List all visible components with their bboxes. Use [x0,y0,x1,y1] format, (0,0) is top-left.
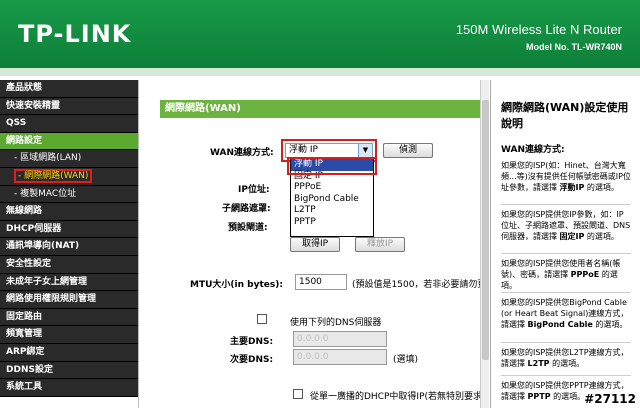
primary-dns-input[interactable]: 0.0.0.0 [293,331,387,347]
help-paragraph-pppoe: 如果您的ISP提供您使用者名稱(帳號)、密碼，請選擇 PPPoE 的選項。 [501,259,621,290]
ip-address-label: IP位址: [238,185,270,195]
sidebar-item-parental-control[interactable]: 未成年子女上網管理 [0,273,138,292]
sidebar-item-wan[interactable]: - 網際網路(WAN) [0,167,138,186]
primary-dns-label: 主要DNS: [230,337,274,347]
sidebar-item-bandwidth[interactable]: 頻寬管理 [0,326,138,344]
use-dns-checkbox[interactable] [257,314,267,324]
help-title: 網際網路(WAN)設定使用說明 [501,101,629,130]
header-divider [0,68,640,76]
sidebar-item-qss[interactable]: QSS [0,115,138,133]
highlight-box-option [287,157,377,175]
sidebar-item-system-tools[interactable]: 系統工具 [0,379,138,397]
option-l2tp[interactable]: L2TP [291,205,373,217]
sidebar-item-ddns[interactable]: DDNS設定 [0,361,138,380]
help-divider [501,375,631,376]
sidebar-item-arp-binding[interactable]: ARP綁定 [0,343,138,362]
help-panel: 網際網路(WAN)設定使用說明 WAN連線方式: 如果您的ISP(如：Hinet… [490,80,640,408]
sidebar-item-wireless[interactable]: 無線網路 [0,203,138,221]
dhcp-unicast-checkbox[interactable] [293,389,303,399]
help-paragraph-l2tp: 如果您的ISP提供您L2TP連線方式，請選擇 L2TP 的選項。 [501,348,629,368]
tp-link-logo: TP-LINK [18,20,132,48]
help-divider [501,292,631,293]
subnet-mask-label: 子網路遮罩: [222,204,271,214]
mtu-input[interactable]: 1500 [295,274,347,290]
mtu-label: MTU大小(in bytes): [190,280,283,290]
sidebar-item-security[interactable]: 安全性設定 [0,255,138,274]
sidebar-item-mac-clone[interactable]: - 複製MAC位址 [0,185,138,204]
model-number: Model No. TL-WR740N [526,42,622,52]
sidebar-item-static-routing[interactable]: 固定路由 [0,308,138,327]
secondary-dns-note: (選填) [393,355,419,365]
header: TP-LINK 150M Wireless Lite N Router Mode… [0,0,640,76]
sidebar-item-nat[interactable]: 通訊埠導向(NAT) [0,238,138,256]
sidebar-item-wan-label: - 網際網路(WAN) [14,168,93,183]
detect-button[interactable]: 偵測 [383,143,433,158]
option-bigpond-cable[interactable]: BigPond Cable [291,194,373,206]
help-paragraph-bigpond: 如果您的ISP提供您BigPond Cable (or Heart Beat S… [501,298,629,329]
product-name: 150M Wireless Lite N Router [455,22,622,37]
main-content: 網際網路(WAN) WAN連線方式: 浮動 IP ▼ 偵測 IP位址: 子網路遮… [140,80,488,408]
sidebar-item-access-control[interactable]: 網路使用權限規則管理 [0,291,138,309]
dhcp-unicast-label: 從單一廣播的DHCP中取得IP(若無特別要求 [310,392,483,402]
help-divider [501,342,631,343]
option-pppoe[interactable]: PPPoE [291,182,373,194]
wan-type-label: WAN連線方式: [210,148,274,158]
sidebar-item-lan[interactable]: - 區域網路(LAN) [0,150,138,168]
sidebar-item-quick-setup[interactable]: 快速安裝精靈 [0,97,138,116]
sidebar-menu: 產品狀態 快速安裝精靈 QSS 網路設定 - 區域網路(LAN) - 網際網路(… [0,80,139,408]
option-pptp[interactable]: PPTP [291,217,373,229]
page-title: 網際網路(WAN) [160,100,480,118]
help-divider [501,204,631,205]
use-dns-label: 使用下列的DNS伺服器 [290,318,382,328]
help-divider [501,253,631,254]
sidebar-item-network[interactable]: 網路設定 [0,132,138,151]
secondary-dns-input[interactable]: 0.0.0.0 [293,349,387,365]
main-scrollbar[interactable] [480,80,489,408]
sidebar-item-dhcp[interactable]: DHCP伺服器 [0,220,138,239]
secondary-dns-label: 次要DNS: [230,355,274,365]
scrollbar-thumb[interactable] [482,100,489,360]
help-paragraph-dynamic-ip: 如果您的ISP(如：Hinet、台灣大寬頻...等)沒有提供任何帳號密碼或IP位… [501,161,631,192]
sidebar-item-status[interactable]: 產品狀態 [0,80,138,98]
help-paragraph-static-ip: 如果您的ISP提供您IP參數，如：IP位址、子網路遮罩、預設閘道、DNS伺服器，… [501,210,631,241]
help-subtitle: WAN連線方式: [501,145,565,155]
watermark-id: #27112 [584,392,636,406]
get-ip-button[interactable]: 取得IP [290,237,340,252]
release-ip-button[interactable]: 釋放IP [355,237,405,252]
mtu-note: (預設值是1500，若非必要請勿更 [352,280,487,290]
gateway-label: 預設閘道: [228,223,268,233]
